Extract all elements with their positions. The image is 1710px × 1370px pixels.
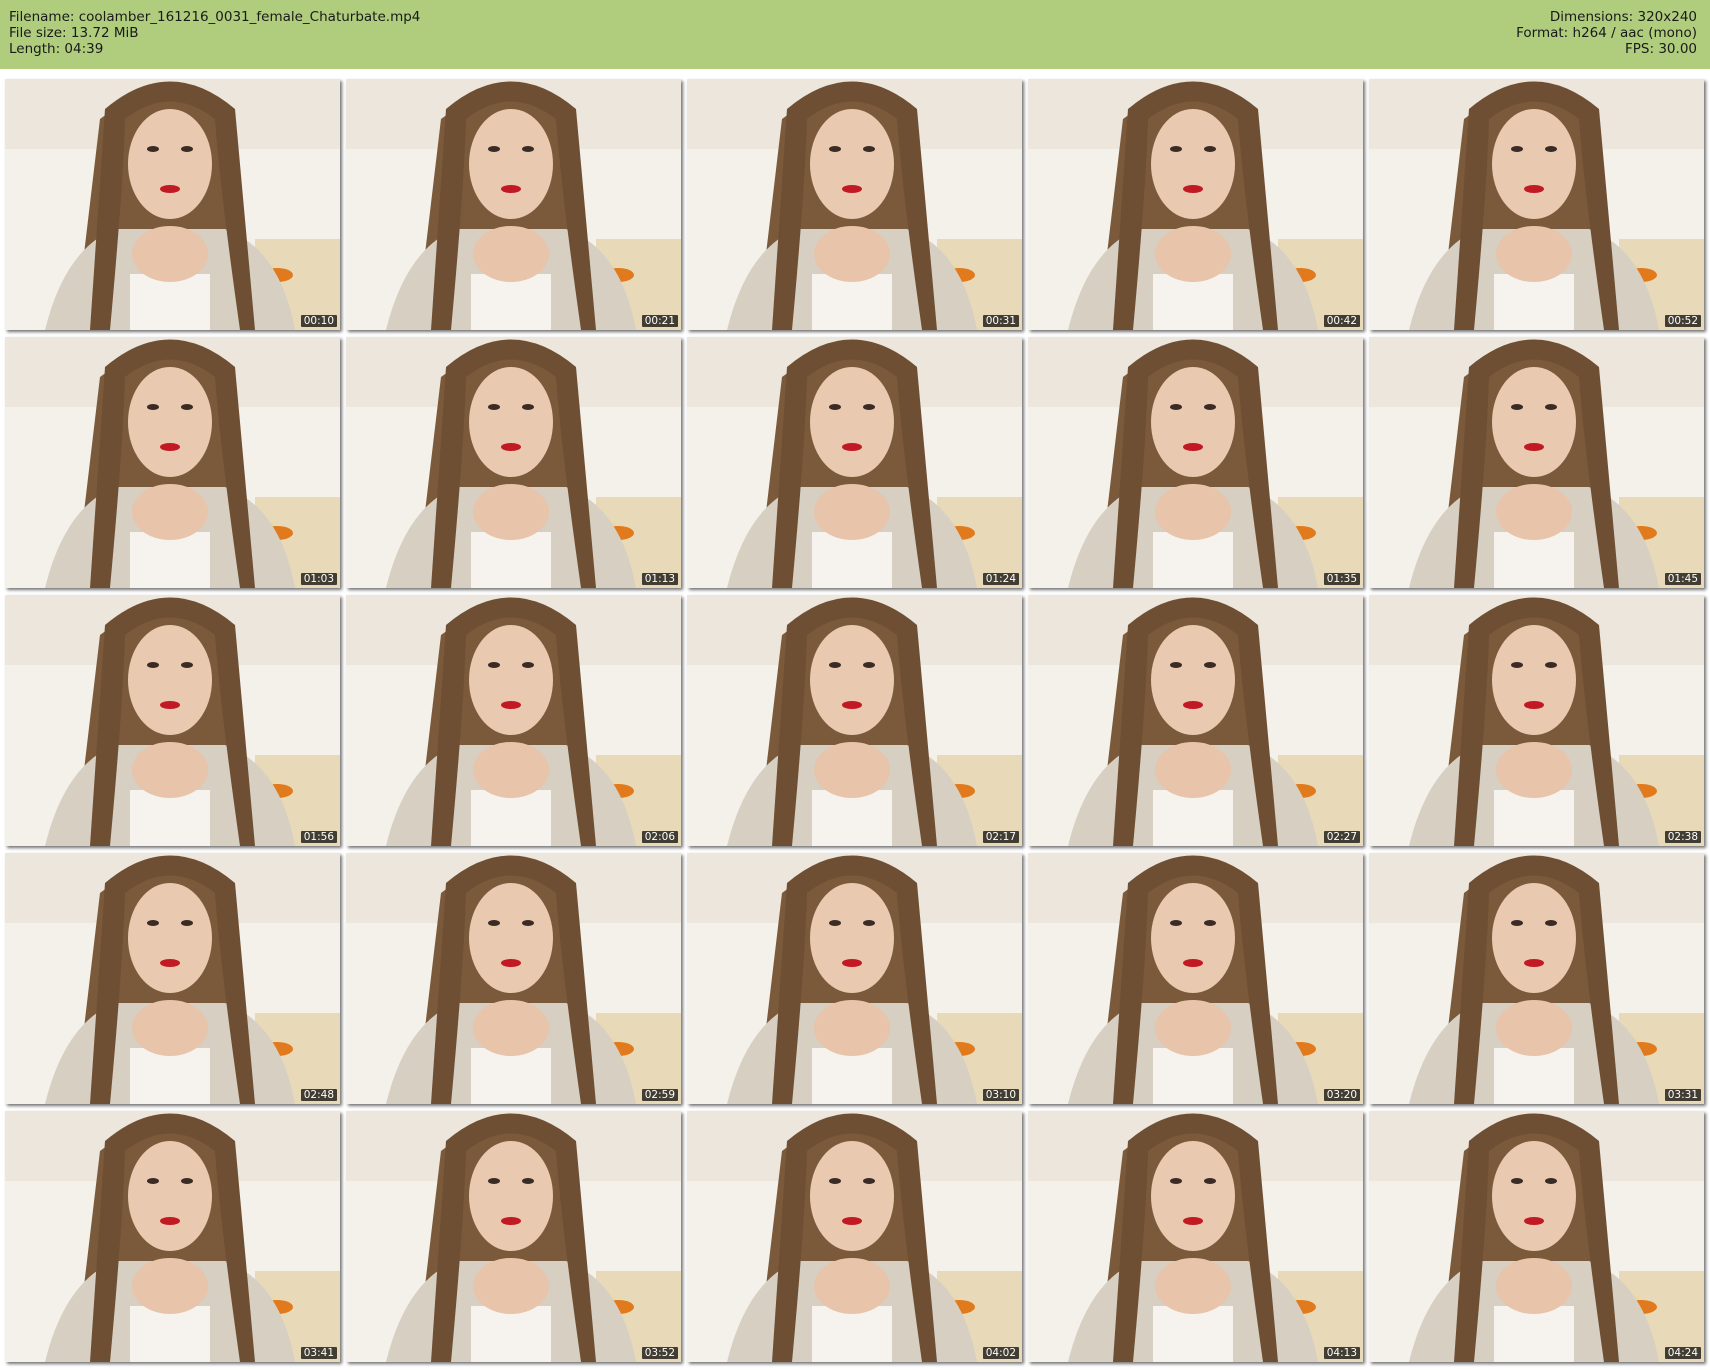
frame-image: ​	[687, 595, 1022, 846]
thumbnail: ​ 00:42	[1028, 79, 1363, 330]
thumbnail: ​ 04:02	[687, 1111, 1022, 1362]
frame-image: ​	[5, 79, 340, 330]
frame-image: ​	[1028, 1111, 1363, 1362]
timestamp-label: 01:24	[982, 573, 1019, 585]
thumbnail: ​ 00:10	[5, 79, 340, 330]
timestamp-label: 03:41	[300, 1347, 337, 1359]
timestamp-label: 03:31	[1664, 1089, 1701, 1101]
header-left: Filename: coolamber_161216_0031_female_C…	[9, 9, 420, 57]
dimensions-text: Dimensions: 320x240	[1549, 9, 1697, 25]
thumbnail: ​ 02:59	[346, 853, 681, 1104]
thumbnail: ​ 01:03	[5, 337, 340, 588]
timestamp-label: 02:48	[300, 1089, 337, 1101]
filesize-text: File size: 13.72 MiB	[9, 25, 139, 41]
frame-image: ​	[687, 1111, 1022, 1362]
info-header: Filename: coolamber_161216_0031_female_C…	[0, 0, 1710, 69]
thumbnail: ​ 02:06	[346, 595, 681, 846]
thumbnail: ​ 03:41	[5, 1111, 340, 1362]
timestamp-label: 02:59	[641, 1089, 678, 1101]
timestamp-label: 00:42	[1323, 315, 1360, 327]
timestamp-label: 01:56	[300, 831, 337, 843]
timestamp-label: 04:24	[1664, 1347, 1701, 1359]
length-text: Length: 04:39	[9, 41, 104, 57]
thumbnail: ​ 00:21	[346, 79, 681, 330]
thumbnail: ​ 00:31	[687, 79, 1022, 330]
timestamp-label: 01:35	[1323, 573, 1360, 585]
frame-image: ​	[5, 853, 340, 1104]
timestamp-label: 00:10	[300, 315, 337, 327]
header-right: Dimensions: 320x240 Format: h264 / aac (…	[1516, 9, 1697, 57]
frame-image: ​	[1028, 853, 1363, 1104]
thumbnail: ​ 02:48	[5, 853, 340, 1104]
timestamp-label: 00:31	[982, 315, 1019, 327]
thumbnail: ​ 01:56	[5, 595, 340, 846]
frame-image: ​	[346, 79, 681, 330]
timestamp-label: 00:21	[641, 315, 678, 327]
frame-image: ​	[346, 595, 681, 846]
frame-image: ​	[1028, 337, 1363, 588]
frame-image: ​	[687, 79, 1022, 330]
thumbnail: ​ 01:45	[1369, 337, 1704, 588]
thumbnail: ​ 02:38	[1369, 595, 1704, 846]
thumbnail: ​ 04:24	[1369, 1111, 1704, 1362]
thumbnail: ​ 00:52	[1369, 79, 1704, 330]
frame-image: ​	[5, 337, 340, 588]
format-text: Format: h264 / aac (mono)	[1516, 25, 1697, 41]
timestamp-label: 01:45	[1664, 573, 1701, 585]
thumbnail: ​ 02:27	[1028, 595, 1363, 846]
fps-text: FPS: 30.00	[1625, 41, 1697, 57]
timestamp-label: 03:10	[982, 1089, 1019, 1101]
thumbnail: ​ 03:31	[1369, 853, 1704, 1104]
timestamp-label: 02:17	[982, 831, 1019, 843]
filename-text: Filename: coolamber_161216_0031_female_C…	[9, 9, 421, 25]
frame-image: ​	[1028, 79, 1363, 330]
thumbnail: ​ 03:52	[346, 1111, 681, 1362]
timestamp-label: 02:27	[1323, 831, 1360, 843]
timestamp-label: 03:52	[641, 1347, 678, 1359]
timestamp-label: 01:13	[641, 573, 678, 585]
frame-image: ​	[687, 337, 1022, 588]
thumbnail: ​ 01:13	[346, 337, 681, 588]
frame-image: ​	[687, 853, 1022, 1104]
frame-image: ​	[1369, 79, 1704, 330]
frame-image: ​	[5, 595, 340, 846]
frame-image: ​	[1369, 1111, 1704, 1362]
frame-image: ​	[346, 1111, 681, 1362]
thumbnail: ​ 04:13	[1028, 1111, 1363, 1362]
frame-image: ​	[5, 1111, 340, 1362]
thumbnail: ​ 03:10	[687, 853, 1022, 1104]
frame-image: ​	[1369, 853, 1704, 1104]
timestamp-label: 00:52	[1664, 315, 1701, 327]
thumbnail: ​ 01:24	[687, 337, 1022, 588]
timestamp-label: 03:20	[1323, 1089, 1360, 1101]
timestamp-label: 02:06	[641, 831, 678, 843]
timestamp-label: 02:38	[1664, 831, 1701, 843]
frame-image: ​	[346, 853, 681, 1104]
timestamp-label: 04:13	[1323, 1347, 1360, 1359]
frame-image: ​	[1369, 337, 1704, 588]
timestamp-label: 04:02	[982, 1347, 1019, 1359]
thumbnail: ​ 01:35	[1028, 337, 1363, 588]
thumbnail: ​ 02:17	[687, 595, 1022, 846]
timestamp-label: 01:03	[300, 573, 337, 585]
frame-image: ​	[1369, 595, 1704, 846]
thumbnail: ​ 03:20	[1028, 853, 1363, 1104]
frame-image: ​	[1028, 595, 1363, 846]
frame-image: ​	[346, 337, 681, 588]
thumbnail-grid: ​ 00:10 ​ 00:21 ​ 00:31 ​ 00:42	[5, 79, 1704, 1362]
